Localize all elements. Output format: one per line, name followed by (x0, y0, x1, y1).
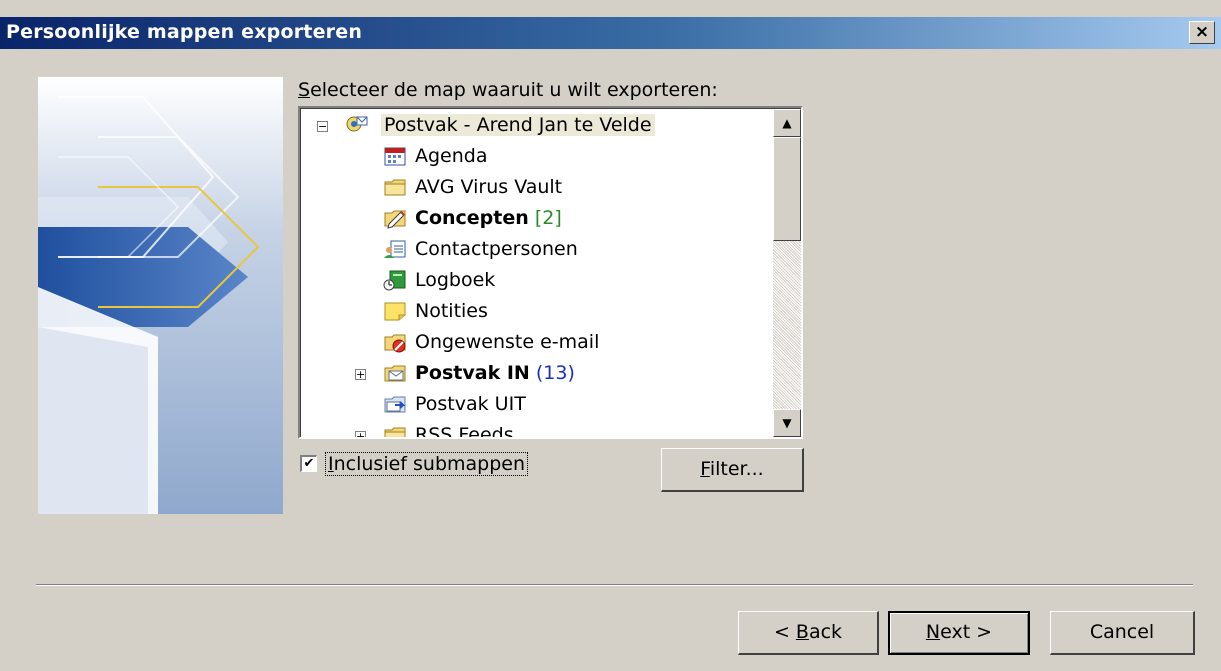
calendar-icon (384, 147, 406, 166)
window-title: Persoonlijke mappen exporteren (6, 21, 363, 43)
tree-item-label: Contactpersonen (415, 238, 578, 260)
next-button[interactable]: Next > (888, 611, 1030, 655)
tree-item-concepten[interactable]: Concepten [2] (301, 204, 771, 235)
scrollbar-thumb[interactable] (773, 137, 801, 241)
inbox-icon (384, 365, 406, 382)
tree-item-avg-virus-vault[interactable]: AVG Virus Vault (301, 173, 771, 204)
tree-item-label: AVG Virus Vault (415, 176, 563, 198)
tree-item-contactpersonen[interactable]: Contactpersonen (301, 235, 771, 266)
title-bar: Persoonlijke mappen exporteren × (0, 17, 1221, 49)
tree-item-label: Notities (415, 300, 488, 322)
checkmark-icon: ✔ (303, 456, 315, 471)
junk-mail-icon (384, 334, 406, 353)
unread-count: [2] (534, 207, 562, 229)
drafts-icon (384, 210, 406, 229)
back-mnemonic: B (795, 621, 809, 643)
back-button[interactable]: < Back (738, 611, 879, 655)
filter-text: ilter... (709, 458, 764, 480)
prompt-text: electeer de map waaruit u wilt exportere… (310, 79, 718, 101)
tree-scrollbar[interactable]: ▲ ▼ (773, 109, 801, 437)
contacts-icon (384, 240, 406, 258)
tree-item-label: RSS Feeds (415, 424, 514, 437)
close-icon: × (1194, 22, 1210, 42)
tree-item-logboek[interactable]: Logboek (301, 266, 771, 297)
close-button[interactable]: × (1189, 21, 1215, 44)
tree-item-agenda[interactable]: Agenda (301, 142, 771, 173)
arrow-up-icon: ▲ (782, 116, 792, 130)
folder-icon (384, 427, 406, 437)
tree-item-label: Ongewenste e-mail (415, 331, 600, 353)
scroll-up-button[interactable]: ▲ (773, 109, 801, 137)
tree-item-rss-feeds[interactable]: + RSS Feeds (301, 421, 771, 437)
folder-select-label: Selecteer de map waaruit u wilt exporter… (298, 79, 718, 101)
cancel-text: Cancel (1089, 621, 1155, 643)
notes-icon (384, 302, 406, 321)
tree-item-label: Postvak UIT (415, 393, 526, 415)
include-subfolders-label[interactable]: Inclusief submappen (324, 452, 529, 476)
filter-button[interactable]: Filter... (661, 448, 804, 492)
back-text: ack (808, 621, 843, 643)
tree-item-root[interactable]: − Postvak - Arend Jan te Velde (301, 111, 771, 142)
tree-item-label: Concepten (415, 207, 529, 229)
tree-item-label: Agenda (415, 145, 488, 167)
tree-item-label: Logboek (415, 269, 496, 291)
wizard-banner-image (38, 77, 283, 514)
next-text: ext > (940, 621, 993, 643)
include-subfolders-checkbox[interactable]: ✔ (300, 455, 317, 472)
prompt-mnemonic: S (298, 79, 311, 101)
tree-item-label: Postvak IN (415, 362, 530, 384)
next-mnemonic: N (925, 621, 941, 643)
unread-count: (13) (535, 362, 575, 384)
cancel-button[interactable]: Cancel (1050, 611, 1195, 655)
journal-icon (383, 270, 406, 291)
scroll-down-button[interactable]: ▼ (773, 409, 801, 437)
tree-item-ongewenste-email[interactable]: Ongewenste e-mail (301, 328, 771, 359)
tree-item-root-label: Postvak - Arend Jan te Velde (381, 114, 655, 136)
check-text: nclusief submappen (333, 453, 526, 475)
tree-item-postvak-in[interactable]: + Postvak IN (13) (301, 359, 771, 390)
mailbox-icon (346, 116, 368, 132)
separator (36, 584, 1193, 586)
outbox-icon (384, 396, 406, 413)
tree-item-notities[interactable]: Notities (301, 297, 771, 328)
expand-icon[interactable]: + (355, 369, 366, 380)
folder-tree[interactable]: − Postvak - Arend Jan te Velde Agenda AV… (298, 106, 803, 439)
back-prefix: < (773, 621, 796, 643)
collapse-icon[interactable]: − (317, 121, 328, 132)
filter-mnemonic: F (700, 458, 710, 480)
tree-item-postvak-uit[interactable]: Postvak UIT (301, 390, 771, 421)
expand-icon[interactable]: + (355, 431, 366, 437)
folder-icon (384, 179, 406, 196)
arrow-down-icon: ▼ (782, 416, 792, 430)
